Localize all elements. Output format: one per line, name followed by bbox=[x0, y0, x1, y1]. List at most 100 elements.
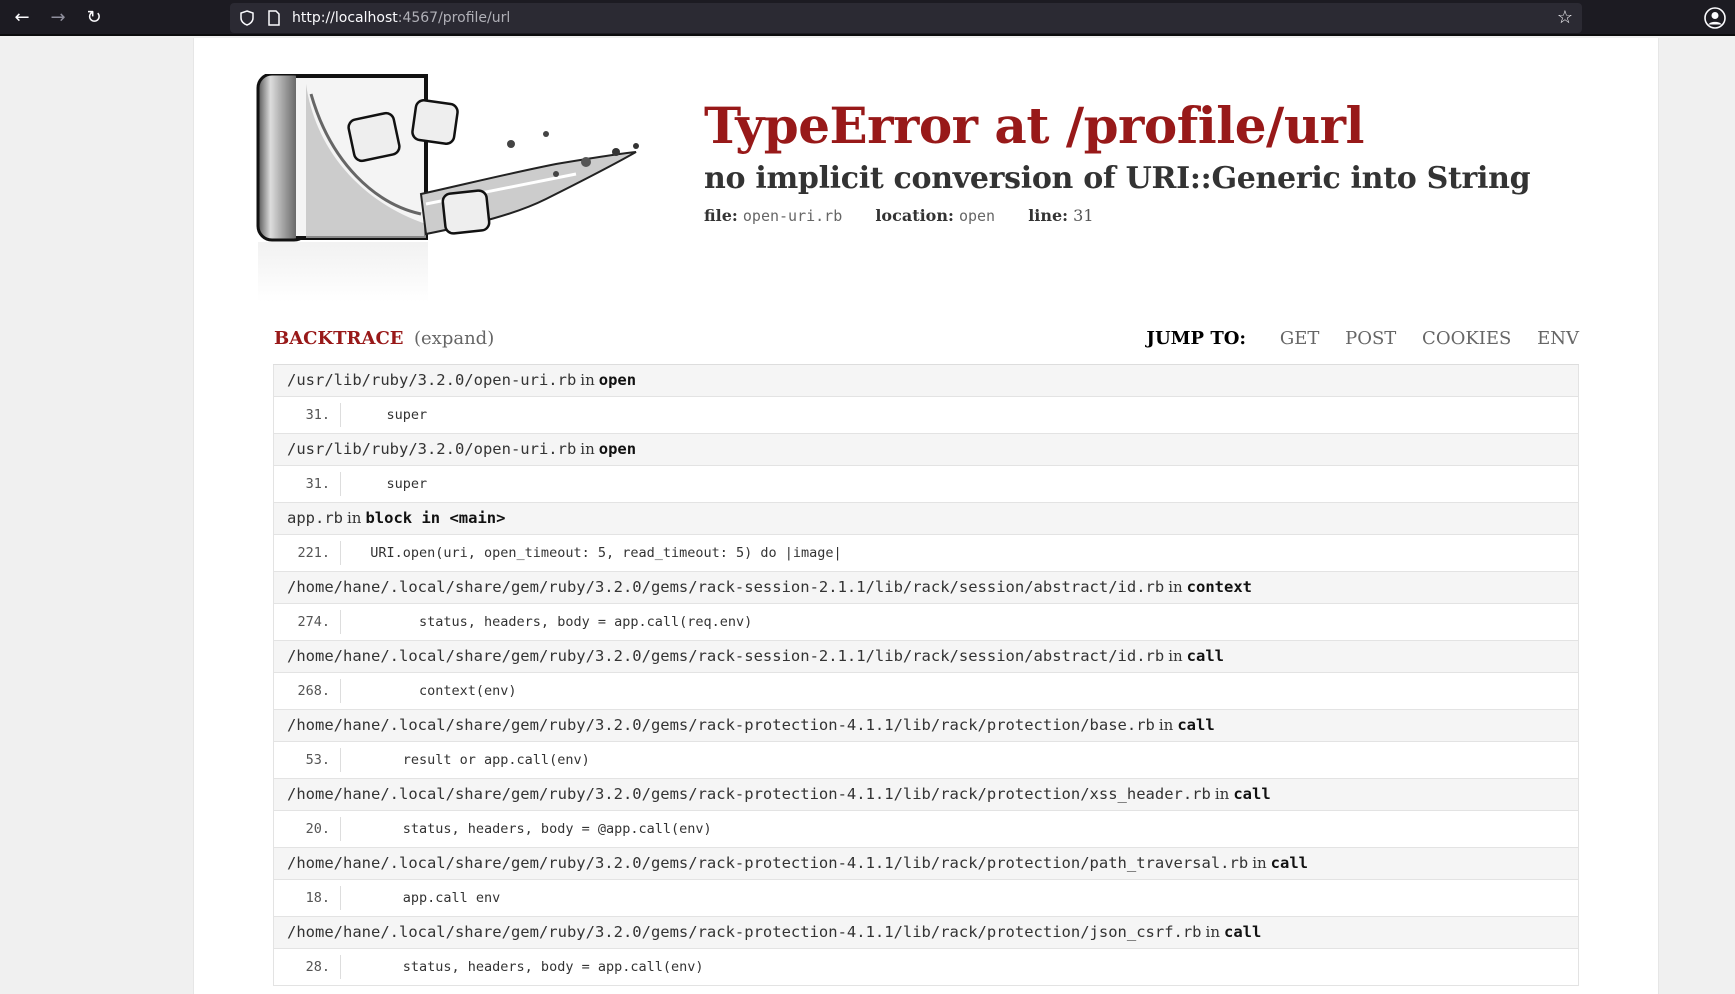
meta-line: line: 31 bbox=[1028, 206, 1093, 225]
frame-code: 53. result or app.call(env) bbox=[273, 742, 1579, 779]
jump-link-cookies[interactable]: COOKIES bbox=[1422, 328, 1511, 349]
frame-function: call bbox=[1270, 854, 1308, 872]
frame-line-number: 31. bbox=[274, 403, 341, 427]
jump-link-get[interactable]: GET bbox=[1280, 328, 1320, 349]
address-bar[interactable]: http://localhost:4567/profile/url ☆ bbox=[230, 3, 1582, 33]
frame-source-line: status, headers, body = @app.call(env) bbox=[354, 821, 712, 837]
account-icon[interactable] bbox=[1703, 6, 1727, 30]
frame-code: 268. context(env) bbox=[273, 673, 1579, 710]
frame-file: /home/hane/.local/share/gem/ruby/3.2.0/g… bbox=[287, 647, 1165, 665]
meta-location-value: open bbox=[958, 207, 996, 225]
meta-file-value: open-uri.rb bbox=[742, 207, 843, 225]
url-text[interactable]: http://localhost:4567/profile/url bbox=[292, 3, 510, 33]
frame-header[interactable]: /home/hane/.local/share/gem/ruby/3.2.0/g… bbox=[273, 779, 1579, 811]
frame-code: 274. status, headers, body = app.call(re… bbox=[273, 604, 1579, 641]
frame-function: call bbox=[1223, 923, 1262, 941]
frame-header[interactable]: /home/hane/.local/share/gem/ruby/3.2.0/g… bbox=[273, 641, 1579, 673]
shield-icon[interactable] bbox=[238, 9, 256, 27]
frame-in-word: in bbox=[580, 371, 595, 389]
frame-in-word: in bbox=[1168, 647, 1183, 665]
jump-to-label: JUMP TO: bbox=[1146, 328, 1247, 349]
frame-function: open bbox=[598, 371, 637, 389]
frame-header[interactable]: /home/hane/.local/share/gem/ruby/3.2.0/g… bbox=[273, 710, 1579, 742]
frame-code: 20. status, headers, body = @app.call(en… bbox=[273, 811, 1579, 848]
frame-source-line: status, headers, body = app.call(req.env… bbox=[354, 614, 753, 630]
frame-header[interactable]: app.rb in block in <main> bbox=[273, 503, 1579, 535]
forward-arrow-icon[interactable]: → bbox=[44, 4, 72, 32]
url-host: http://localhost bbox=[292, 10, 398, 26]
error-meta: file: open-uri.rb location: open line: 3… bbox=[704, 206, 1530, 225]
meta-file-label: file: bbox=[704, 206, 738, 225]
error-message: no implicit conversion of URI::Generic i… bbox=[704, 161, 1531, 196]
meta-line-label: line: bbox=[1028, 206, 1069, 225]
frame-file: app.rb bbox=[287, 509, 343, 527]
frame-line-number: 28. bbox=[274, 955, 341, 979]
frame-line-number: 221. bbox=[274, 541, 341, 565]
frame-file: /home/hane/.local/share/gem/ruby/3.2.0/g… bbox=[287, 854, 1249, 872]
frame-line-number: 31. bbox=[274, 472, 341, 496]
backtrace-list: /usr/lib/ruby/3.2.0/open-uri.rb in open 31… bbox=[273, 364, 1579, 986]
frame-function: block in <main> bbox=[365, 509, 506, 527]
jump-link-env[interactable]: ENV bbox=[1537, 328, 1579, 349]
meta-line-value: 31 bbox=[1073, 206, 1094, 225]
frame-code: 18. app.call env bbox=[273, 880, 1579, 917]
backtrace-header: BACKTRACE (expand) JUMP TO: GET POST COO… bbox=[274, 328, 1579, 358]
backtrace-expand-link[interactable]: (expand) bbox=[414, 328, 494, 349]
frame-file: /home/hane/.local/share/gem/ruby/3.2.0/g… bbox=[287, 923, 1202, 941]
frame-header[interactable]: /home/hane/.local/share/gem/ruby/3.2.0/g… bbox=[273, 917, 1579, 949]
frame-header[interactable]: /home/hane/.local/share/gem/ruby/3.2.0/g… bbox=[273, 572, 1579, 604]
bookmark-star-icon[interactable]: ☆ bbox=[1554, 7, 1576, 29]
frame-in-word: in bbox=[580, 440, 595, 458]
frame-source-line: super bbox=[354, 407, 428, 423]
frame-in-word: in bbox=[347, 509, 362, 527]
frame-code: 221. URI.open(uri, open_timeout: 5, read… bbox=[273, 535, 1579, 572]
backtrace-title: BACKTRACE bbox=[274, 328, 404, 349]
frame-line-number: 18. bbox=[274, 886, 341, 910]
frame-file: /home/hane/.local/share/gem/ruby/3.2.0/g… bbox=[287, 578, 1165, 596]
frame-in-word: in bbox=[1168, 578, 1183, 596]
frame-source-line: result or app.call(env) bbox=[354, 752, 590, 768]
reload-icon[interactable]: ↻ bbox=[80, 4, 108, 32]
frame-line-number: 53. bbox=[274, 748, 341, 772]
error-title: TypeError at /profile/url bbox=[704, 96, 1365, 155]
meta-location-label: location: bbox=[875, 206, 954, 225]
jump-to-nav: JUMP TO: GET POST COOKIES ENV bbox=[1146, 328, 1579, 349]
frame-file: /usr/lib/ruby/3.2.0/open-uri.rb bbox=[287, 440, 577, 458]
error-page: TypeError at /profile/url no implicit co… bbox=[193, 38, 1659, 994]
frame-function: context bbox=[1186, 578, 1252, 596]
frame-function: open bbox=[598, 440, 637, 458]
frame-code: 28. status, headers, body = app.call(env… bbox=[273, 949, 1579, 986]
frame-line-number: 20. bbox=[274, 817, 341, 841]
frame-source-line: super bbox=[354, 476, 428, 492]
error-header: TypeError at /profile/url no implicit co… bbox=[704, 96, 1531, 225]
frame-source-line: status, headers, body = app.call(env) bbox=[354, 959, 704, 975]
browser-toolbar: ← → ↻ http://localhost:4567/profile/url … bbox=[0, 0, 1735, 36]
frame-in-word: in bbox=[1252, 854, 1267, 872]
sinatra-glass-dice-logo bbox=[256, 74, 639, 302]
frame-line-number: 268. bbox=[274, 679, 341, 703]
frame-function: call bbox=[1177, 716, 1215, 734]
jump-link-post[interactable]: POST bbox=[1345, 328, 1396, 349]
frame-file: /usr/lib/ruby/3.2.0/open-uri.rb bbox=[287, 371, 577, 389]
frame-header[interactable]: /usr/lib/ruby/3.2.0/open-uri.rb in open bbox=[273, 365, 1579, 397]
frame-source-line: URI.open(uri, open_timeout: 5, read_time… bbox=[354, 545, 842, 561]
frame-code: 31. super bbox=[273, 397, 1579, 434]
meta-file: file: open-uri.rb bbox=[704, 206, 842, 225]
frame-file: /home/hane/.local/share/gem/ruby/3.2.0/g… bbox=[287, 785, 1211, 803]
frame-code: 31. super bbox=[273, 466, 1579, 503]
back-arrow-icon[interactable]: ← bbox=[8, 4, 36, 32]
url-path: :4567/profile/url bbox=[397, 10, 511, 26]
frame-function: call bbox=[1233, 785, 1271, 803]
frame-line-number: 274. bbox=[274, 610, 341, 634]
frame-header[interactable]: /usr/lib/ruby/3.2.0/open-uri.rb in open bbox=[273, 434, 1579, 466]
frame-source-line: app.call env bbox=[354, 890, 501, 906]
frame-in-word: in bbox=[1214, 785, 1230, 803]
frame-in-word: in bbox=[1205, 923, 1220, 941]
frame-function: call bbox=[1186, 647, 1224, 665]
frame-in-word: in bbox=[1158, 716, 1174, 734]
page-icon[interactable] bbox=[265, 9, 283, 27]
frame-file: /home/hane/.local/share/gem/ruby/3.2.0/g… bbox=[287, 716, 1155, 734]
meta-location: location: open bbox=[875, 206, 995, 225]
frame-header[interactable]: /home/hane/.local/share/gem/ruby/3.2.0/g… bbox=[273, 848, 1579, 880]
frame-source-line: context(env) bbox=[354, 683, 517, 699]
